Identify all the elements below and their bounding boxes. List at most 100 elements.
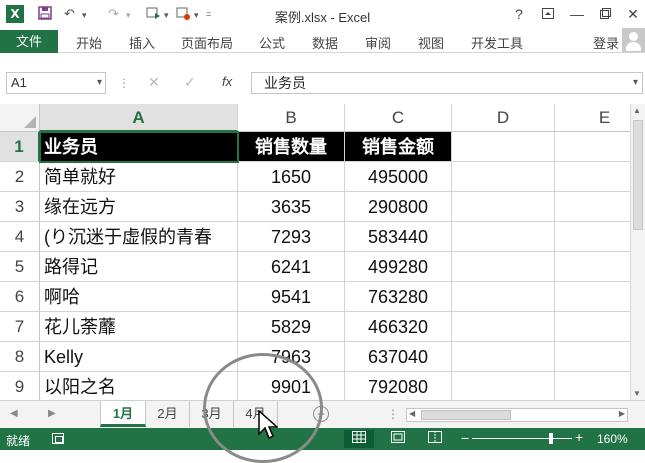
chevron-down-icon[interactable]: ▾ — [97, 73, 102, 93]
tab-home[interactable]: 开始 — [76, 33, 102, 52]
sheet-next-icon[interactable]: ▶ — [48, 408, 56, 419]
cell-d1[interactable] — [452, 132, 555, 162]
cell-e2[interactable] — [555, 162, 630, 192]
scroll-right-icon[interactable]: ▶ — [619, 409, 625, 418]
avatar[interactable] — [622, 28, 645, 52]
cell-c3[interactable]: 290800 — [345, 192, 452, 222]
row-header-4[interactable]: 4 — [0, 222, 40, 252]
zoom-slider[interactable] — [472, 438, 572, 439]
cell-b9[interactable]: 9901 — [238, 372, 345, 400]
macro-record-icon[interactable] — [52, 433, 64, 444]
cell-c2[interactable]: 495000 — [345, 162, 452, 192]
name-box[interactable]: A1 ▾ — [6, 72, 106, 94]
column-header-b[interactable]: B — [238, 104, 345, 132]
close-icon[interactable]: ✕ — [622, 4, 644, 24]
cell-e1[interactable] — [555, 132, 630, 162]
cell-b6[interactable]: 9541 — [238, 282, 345, 312]
cell-a9[interactable]: 以阳之名 — [40, 372, 238, 400]
page-break-view-icon[interactable] — [420, 430, 450, 448]
cell-c8[interactable]: 637040 — [345, 342, 452, 372]
cell-a5[interactable]: 路得记 — [40, 252, 238, 282]
insert-function-icon[interactable]: fx — [222, 74, 232, 89]
horizontal-scrollbar[interactable]: ◀ ▶ — [406, 408, 628, 422]
cell-c4[interactable]: 583440 — [345, 222, 452, 252]
cell-d2[interactable] — [452, 162, 555, 192]
cell-d4[interactable] — [452, 222, 555, 252]
cell-e7[interactable] — [555, 312, 630, 342]
tab-review[interactable]: 审阅 — [365, 33, 391, 52]
tab-formulas[interactable]: 公式 — [259, 33, 285, 52]
row-header-3[interactable]: 3 — [0, 192, 40, 222]
row-header-1[interactable]: 1 — [0, 132, 40, 162]
zoom-level[interactable]: 160% — [597, 432, 628, 446]
column-header-c[interactable]: C — [345, 104, 452, 132]
row-header-9[interactable]: 9 — [0, 372, 40, 400]
cell-b4[interactable]: 7293 — [238, 222, 345, 252]
tab-developer[interactable]: 开发工具 — [471, 33, 523, 52]
cell-c1[interactable]: 销售金额 — [345, 132, 452, 162]
cell-d6[interactable] — [452, 282, 555, 312]
row-header-8[interactable]: 8 — [0, 342, 40, 372]
row-header-7[interactable]: 7 — [0, 312, 40, 342]
cell-b7[interactable]: 5829 — [238, 312, 345, 342]
cell-d9[interactable] — [452, 372, 555, 400]
cell-a8[interactable]: Kelly — [40, 342, 238, 372]
tab-file[interactable]: 文件 — [0, 30, 58, 53]
cell-e4[interactable] — [555, 222, 630, 252]
cell-a6[interactable]: 啊哈 — [40, 282, 238, 312]
login-link[interactable]: 登录 — [593, 33, 619, 52]
row-header-6[interactable]: 6 — [0, 282, 40, 312]
cell-a7[interactable]: 花儿荼蘼 — [40, 312, 238, 342]
cell-e5[interactable] — [555, 252, 630, 282]
sheet-tab-2[interactable]: 2月 — [146, 401, 190, 427]
scroll-up-icon[interactable]: ▲ — [633, 106, 641, 115]
tab-view[interactable]: 视图 — [418, 33, 444, 52]
cell-c6[interactable]: 763280 — [345, 282, 452, 312]
cell-c7[interactable]: 466320 — [345, 312, 452, 342]
sheet-prev-icon[interactable]: ◀ — [10, 408, 18, 419]
zoom-slider-thumb[interactable] — [549, 433, 553, 444]
cell-a4[interactable]: (り沉迷于虚假的青春 — [40, 222, 238, 252]
add-sheet-button[interactable]: + — [313, 406, 329, 422]
cell-e6[interactable] — [555, 282, 630, 312]
zoom-in-icon[interactable]: + — [575, 429, 583, 445]
scroll-left-icon[interactable]: ◀ — [409, 409, 415, 418]
column-header-e[interactable]: E — [555, 104, 630, 132]
tab-insert[interactable]: 插入 — [129, 33, 155, 52]
cell-a1[interactable]: 业务员 — [39, 131, 239, 163]
cell-b3[interactable]: 3635 — [238, 192, 345, 222]
help-icon[interactable]: ? — [508, 4, 530, 24]
cell-c9[interactable]: 792080 — [345, 372, 452, 400]
cell-d7[interactable] — [452, 312, 555, 342]
cell-e8[interactable] — [555, 342, 630, 372]
cell-e3[interactable] — [555, 192, 630, 222]
vertical-scrollbar[interactable]: ▲ ▼ — [630, 104, 645, 400]
tab-page-layout[interactable]: 页面布局 — [181, 33, 233, 52]
page-layout-view-icon[interactable] — [383, 430, 413, 448]
row-header-2[interactable]: 2 — [0, 162, 40, 192]
row-header-5[interactable]: 5 — [0, 252, 40, 282]
expand-formula-icon[interactable]: ▾ — [633, 73, 638, 93]
cell-b5[interactable]: 6241 — [238, 252, 345, 282]
vertical-scroll-thumb[interactable] — [633, 120, 643, 230]
formula-input[interactable]: 业务员 ▾ — [251, 72, 643, 94]
ribbon-display-icon[interactable] — [537, 4, 559, 24]
enter-icon[interactable]: ✓ — [184, 74, 196, 91]
horizontal-scroll-thumb[interactable] — [421, 410, 511, 420]
cell-b1[interactable]: 销售数量 — [238, 132, 345, 162]
cell-e9[interactable] — [555, 372, 630, 400]
zoom-out-icon[interactable]: − — [461, 430, 469, 446]
cancel-icon[interactable]: ✕ — [148, 74, 160, 91]
cell-d8[interactable] — [452, 342, 555, 372]
tab-data[interactable]: 数据 — [312, 33, 338, 52]
worksheet-grid[interactable]: A B C D E 1 2 3 4 5 6 7 8 9 业务员 销售数量 销售金… — [0, 104, 630, 400]
column-header-a[interactable]: A — [40, 104, 238, 132]
select-all-button[interactable] — [0, 104, 40, 132]
restore-icon[interactable] — [594, 4, 616, 24]
tab-splitter-icon[interactable]: ⋮ — [387, 407, 399, 421]
minimize-icon[interactable]: — — [566, 4, 588, 24]
column-header-d[interactable]: D — [452, 104, 555, 132]
sheet-tab-1[interactable]: 1月 — [100, 401, 146, 427]
cell-d5[interactable] — [452, 252, 555, 282]
cell-b2[interactable]: 1650 — [238, 162, 345, 192]
